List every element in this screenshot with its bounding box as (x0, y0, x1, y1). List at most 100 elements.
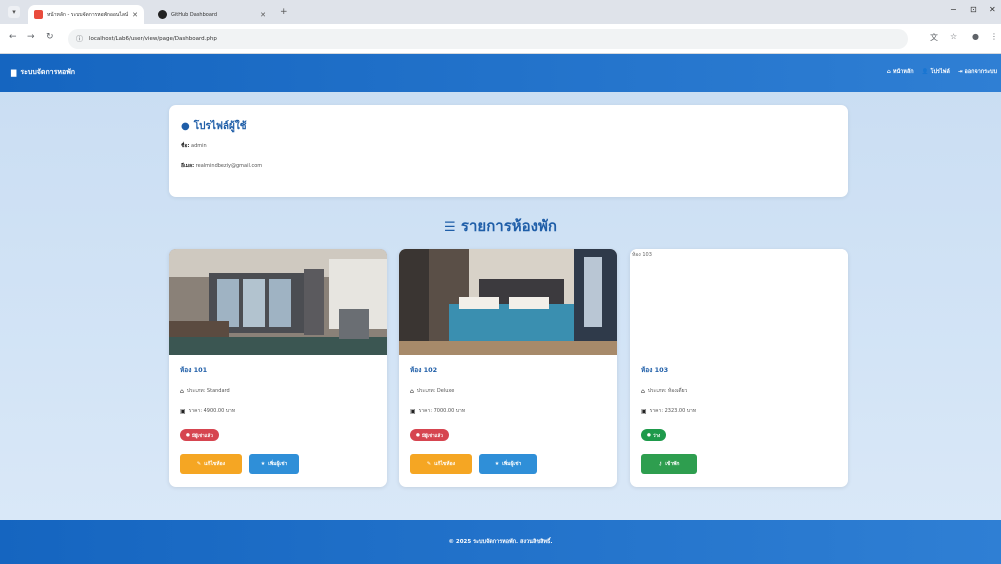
home-icon: ⌂ (410, 387, 414, 395)
room-photo (399, 249, 617, 355)
room-type: ⌂ ประเภท: Deluxe (410, 387, 454, 395)
nav-link-home[interactable]: ⌂ หน้าหลัก (887, 68, 914, 76)
profile-email-row: อีเมล: realmindbeziy@gmail.com (181, 162, 262, 170)
room-card: ห้อง 103 ห้อง 103 ⌂ ประเภท: ห้องเดี่ยว ▣… (630, 249, 848, 487)
nav-link-label: ออกจากระบบ (964, 69, 997, 75)
back-icon[interactable]: ← (9, 32, 17, 42)
footer: © 2025 ระบบจัดการหอพัก. สงวนลิขสิทธิ์. (0, 520, 1001, 564)
site-info-icon[interactable]: ⓘ (76, 34, 83, 44)
room-name: ห้อง 101 (180, 366, 208, 374)
room-price-text: ราคา: 2323.00 บาท (649, 408, 697, 414)
room-price: ▣ ราคา: 4900.00 บาท (180, 407, 235, 415)
tab-title: หน้าหลัก - ระบบจัดการหอพักออนไลน์ (47, 11, 129, 18)
broken-image-alt: ห้อง 103 (632, 252, 652, 258)
list-icon: ☰ (444, 220, 456, 235)
translate-icon[interactable]: 文 (930, 32, 938, 43)
browser-tab[interactable]: GitHub Dashboard ✕ (152, 5, 272, 24)
rooms-title-text: รายการห้องพัก (460, 217, 557, 235)
room-type-text: ประเภท: Standard (186, 388, 230, 394)
profile-avatar-icon[interactable]: ● (972, 32, 979, 41)
money-icon: ▣ (180, 407, 186, 415)
nav-link-logout[interactable]: ⇥ ออกจากระบบ (958, 68, 997, 76)
status-badge: ● ว่าง (641, 429, 667, 441)
name-label: ชื่อ: (181, 143, 190, 149)
profile-title-text: โปรไฟล์ผู้ใช้ (193, 121, 247, 132)
new-tab-icon[interactable]: + (280, 7, 288, 17)
close-window-button[interactable]: ✕ (989, 5, 996, 14)
profile-card: ● โปรไฟล์ผู้ใช้ ชื่อ: admin อีเมล: realm… (169, 105, 848, 197)
url-text: localhost/Lab6/user/view/page/Dashboard.… (89, 36, 217, 42)
button-label: เพิ่มผู้เช่า (502, 461, 522, 467)
profile-name-row: ชื่อ: admin (181, 142, 207, 150)
room-photo-broken: ห้อง 103 (630, 249, 848, 355)
room-card: ห้อง 102 ⌂ ประเภท: Deluxe ▣ ราคา: 7000.0… (399, 249, 617, 487)
close-tab-icon[interactable]: ✕ (260, 11, 266, 19)
edit-icon: ✎ (196, 461, 202, 467)
check-circle-icon: ● (647, 432, 651, 438)
status-text: ว่าง (652, 433, 661, 439)
minimize-button[interactable]: − (950, 5, 957, 14)
room-type: ⌂ ประเภท: ห้องเดี่ยว (641, 387, 687, 395)
edit-icon: ✎ (426, 461, 432, 467)
nav-link-label: โปรไฟล์ (930, 69, 950, 75)
address-bar[interactable]: ⓘ localhost/Lab6/user/view/page/Dashboar… (68, 29, 908, 49)
button-label: แก้ไขห้อง (434, 461, 456, 467)
room-name: ห้อง 103 (641, 366, 669, 374)
brand-label: ระบบจัดการหอพัก (20, 68, 76, 76)
home-icon: ⌂ (886, 69, 891, 75)
room-price-text: ราคา: 4900.00 บาท (188, 408, 236, 414)
star-icon: ★ (494, 461, 500, 467)
check-in-button[interactable]: ⚷ เข้าพัก (641, 454, 697, 474)
home-icon: ⌂ (180, 387, 184, 395)
browser-tab-strip: ▾ หน้าหลัก - ระบบจัดการหอพักออนไลน์ ✕ Gi… (0, 0, 1001, 24)
browser-tab-active[interactable]: หน้าหลัก - ระบบจัดการหอพักออนไลน์ ✕ (28, 5, 144, 24)
bookmark-star-icon[interactable]: ☆ (950, 32, 957, 41)
status-text: มีผู้เช่าแล้ว (191, 433, 213, 439)
star-icon: ★ (260, 461, 266, 467)
room-photo (169, 249, 387, 355)
reload-icon[interactable]: ↻ (46, 32, 54, 42)
add-tenant-button[interactable]: ★ เพิ่มผู้เช่า (249, 454, 299, 474)
room-type-text: ประเภท: ห้องเดี่ยว (647, 388, 688, 394)
top-navbar: ▇ ระบบจัดการหอพัก ⌂ หน้าหลัก 👤 โปรไฟล์ ⇥… (0, 54, 1001, 92)
button-label: แก้ไขห้อง (204, 461, 226, 467)
info-circle-icon: ● (416, 432, 420, 438)
add-tenant-button[interactable]: ★ เพิ่มผู้เช่า (479, 454, 537, 474)
email-label: อีเมล: (181, 163, 195, 169)
money-icon: ▣ (641, 407, 647, 415)
forward-icon[interactable]: → (27, 32, 35, 42)
info-circle-icon: ● (186, 432, 190, 438)
brand[interactable]: ▇ ระบบจัดการหอพัก (11, 67, 75, 78)
room-price-text: ราคา: 7000.00 บาท (418, 408, 466, 414)
close-tab-icon[interactable]: ✕ (132, 11, 138, 19)
tab-title: GitHub Dashboard (171, 11, 218, 18)
user-icon: 👤 (921, 69, 929, 75)
email-value: realmindbeziy@gmail.com (195, 163, 263, 169)
tab-search-button[interactable]: ▾ (8, 6, 20, 18)
rooms-section-title: ☰ รายการห้องพัก (0, 214, 1001, 238)
user-circle-icon: ● (181, 121, 190, 132)
edit-room-button[interactable]: ✎ แก้ไขห้อง (180, 454, 242, 474)
nav-links: ⌂ หน้าหลัก 👤 โปรไฟล์ ⇥ ออกจากระบบ (887, 68, 997, 76)
logout-icon: ⇥ (957, 69, 963, 75)
room-price: ▣ ราคา: 2323.00 บาท (641, 407, 696, 415)
page-body: ▇ ระบบจัดการหอพัก ⌂ หน้าหลัก 👤 โปรไฟล์ ⇥… (0, 54, 1001, 564)
room-price: ▣ ราคา: 7000.00 บาท (410, 407, 465, 415)
menu-icon[interactable]: ⋮ (990, 32, 998, 41)
key-icon: ⚷ (658, 461, 663, 467)
status-badge: ● มีผู้เช่าแล้ว (180, 429, 219, 441)
room-type-text: ประเภท: Deluxe (416, 388, 455, 394)
browser-toolbar: ← → ↻ ⓘ localhost/Lab6/user/view/page/Da… (0, 24, 1001, 54)
status-badge: ● มีผู้เช่าแล้ว (410, 429, 449, 441)
name-value: admin (191, 143, 207, 149)
edit-room-button[interactable]: ✎ แก้ไขห้อง (410, 454, 472, 474)
github-favicon-icon (158, 10, 167, 19)
nav-link-profile[interactable]: 👤 โปรไฟล์ (922, 68, 950, 76)
money-icon: ▣ (410, 407, 416, 415)
status-text: มีผู้เช่าแล้ว (421, 433, 443, 439)
building-icon: ▇ (11, 68, 17, 77)
maximize-button[interactable]: ⊡ (970, 5, 977, 14)
room-name: ห้อง 102 (410, 366, 438, 374)
room-card: ห้อง 101 ⌂ ประเภท: Standard ▣ ราคา: 4900… (169, 249, 387, 487)
nav-link-label: หน้าหลัก (892, 69, 914, 75)
